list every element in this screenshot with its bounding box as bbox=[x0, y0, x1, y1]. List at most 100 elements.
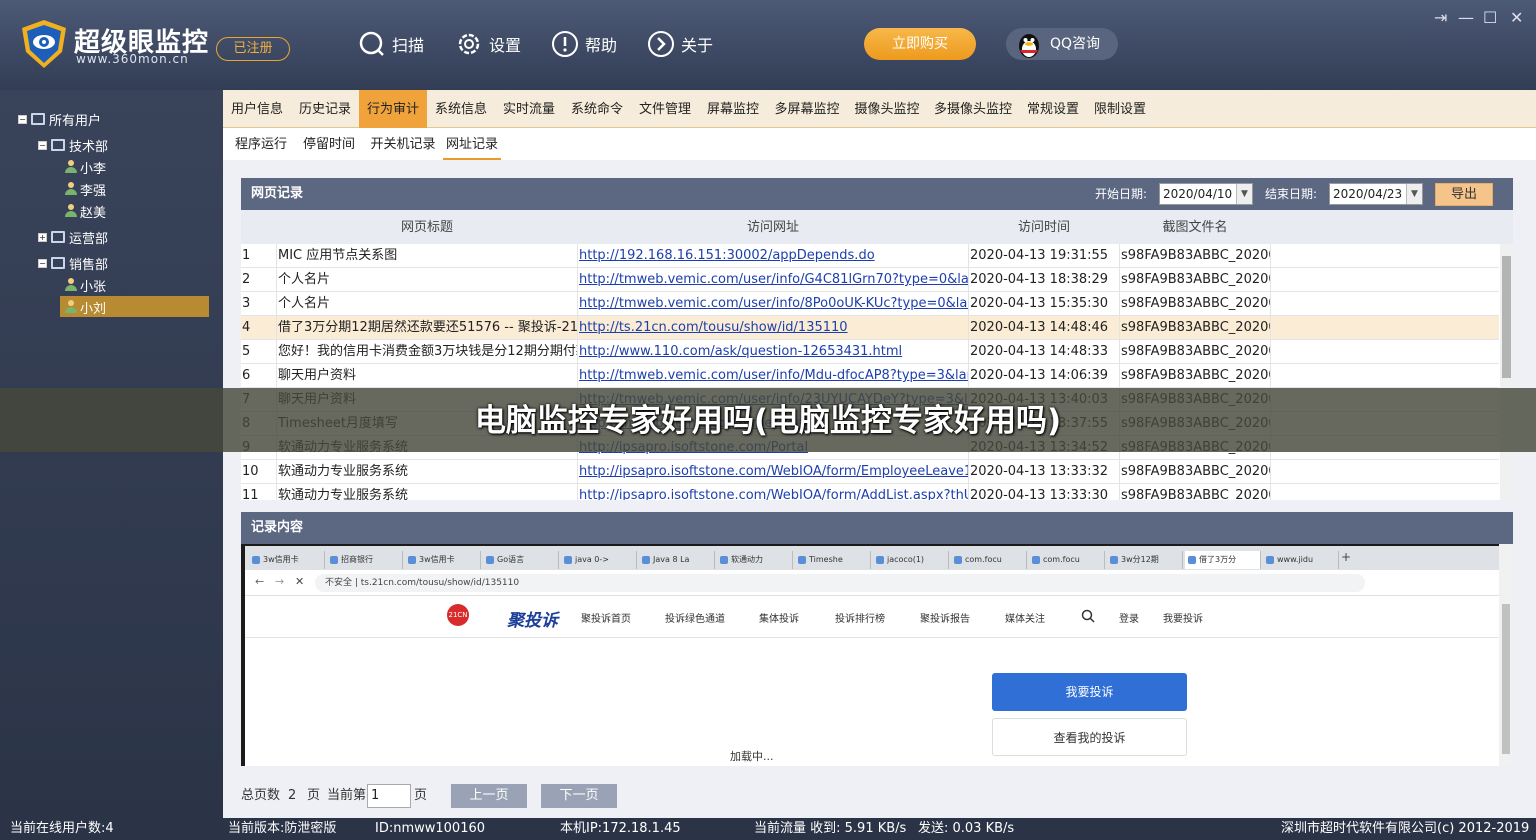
prev-page-button[interactable]: 上一页 bbox=[451, 784, 527, 808]
tab-camera-monitor[interactable]: 摄像头监控 bbox=[847, 90, 927, 128]
tab-user-info[interactable]: 用户信息 bbox=[223, 90, 291, 128]
tree-node-user[interactable]: 小李 bbox=[64, 158, 106, 177]
maximize-icon[interactable]: ☐ bbox=[1483, 8, 1497, 27]
browser-tab: Java 8 La bbox=[639, 551, 715, 569]
chevron-down-icon[interactable]: ▼ bbox=[1236, 184, 1252, 204]
row-url[interactable]: http://tmweb.vemic.com/user/info/8Po0oUK… bbox=[578, 292, 969, 316]
row-url[interactable]: http://tmweb.vemic.com/user/info/G4C81lG… bbox=[578, 268, 969, 292]
row-empty-cell bbox=[1271, 364, 1499, 388]
tab-multi-camera[interactable]: 多摄像头监控 bbox=[927, 90, 1019, 128]
row-url[interactable]: http://ts.21cn.com/tousu/show/id/135110 bbox=[578, 316, 969, 340]
tab-realtime-traffic[interactable]: 实时流量 bbox=[495, 90, 563, 128]
row-number: 2 bbox=[241, 268, 277, 292]
tree-node-root[interactable]: − 所有用户 bbox=[18, 110, 102, 129]
tab-multi-screen[interactable]: 多屏幕监控 bbox=[767, 90, 847, 128]
row-url[interactable]: http://www.110.com/ask/question-12653431… bbox=[578, 340, 969, 364]
close-icon[interactable]: ✕ bbox=[1510, 8, 1523, 27]
export-button[interactable]: 导出 bbox=[1435, 183, 1493, 206]
subtab-programs[interactable]: 程序运行 bbox=[227, 128, 295, 160]
end-date-value: 2020/04/23 bbox=[1333, 187, 1403, 201]
screenshot-scrollbar[interactable] bbox=[1499, 544, 1513, 766]
logout-icon[interactable]: ⇥ bbox=[1434, 8, 1447, 27]
tab-history[interactable]: 历史记录 bbox=[291, 90, 359, 128]
row-page-title: 借了3万分期12期居然还款要还51576 -- 聚投诉-21CN bbox=[277, 316, 578, 340]
tree-node-group[interactable]: + 运营部 bbox=[38, 228, 108, 247]
col-page-title[interactable]: 网页标题 bbox=[277, 210, 577, 246]
help-label: 帮助 bbox=[585, 36, 618, 55]
tree-node-group[interactable]: − 技术部 bbox=[38, 136, 108, 155]
tab-general-settings[interactable]: 常规设置 bbox=[1019, 90, 1087, 128]
tree-node-user[interactable]: 李强 bbox=[64, 180, 106, 199]
browser-tab: 招商银行 bbox=[327, 551, 403, 569]
web-records-header: 网页记录 开始日期: 2020/04/10 ▼ 结束日期: 2020/04/23… bbox=[241, 178, 1513, 210]
help-button[interactable]: 帮助 bbox=[551, 28, 617, 60]
row-visit-time: 2020-04-13 18:38:29 bbox=[969, 268, 1120, 292]
records-table-header: 网页标题 访问网址 访问时间 截图文件名 bbox=[241, 210, 1513, 244]
table-row[interactable]: 3 个人名片 http://tmweb.vemic.com/user/info/8P… bbox=[241, 292, 1499, 316]
expand-icon[interactable]: + bbox=[38, 232, 47, 242]
buy-now-button[interactable]: 立即购买 bbox=[864, 28, 976, 60]
site-nav-item: 投诉绿色通道 bbox=[665, 614, 725, 625]
chevron-down-icon[interactable]: ▼ bbox=[1406, 184, 1422, 204]
row-empty-cell bbox=[1271, 244, 1499, 268]
row-url[interactable]: http://tmweb.vemic.com/user/info/Mdu-dfo… bbox=[578, 364, 969, 388]
table-row[interactable]: 1 MIC 应用节点关系图 http://192.168.16.151:30002/… bbox=[241, 244, 1499, 268]
record-content-title: 记录内容 bbox=[251, 520, 304, 535]
row-number: 11 bbox=[241, 484, 277, 500]
tree-node-user[interactable]: 赵美 bbox=[64, 202, 106, 221]
col-screenshot-file[interactable]: 截图文件名 bbox=[1120, 210, 1270, 246]
next-page-button[interactable]: 下一页 bbox=[541, 784, 617, 808]
about-button[interactable]: 关于 bbox=[647, 28, 713, 60]
tab-system-command[interactable]: 系统命令 bbox=[563, 90, 631, 128]
table-row[interactable]: 10 软通动力专业服务系统 http://ipsapro.isoftstone.co… bbox=[241, 460, 1499, 484]
row-page-title: 个人名片 bbox=[277, 292, 578, 316]
table-scrollbar[interactable] bbox=[1500, 244, 1513, 500]
row-url[interactable]: http://192.168.16.151:30002/appDepends.d… bbox=[578, 244, 969, 268]
tree-node-user-selected[interactable]: 小刘 bbox=[64, 298, 106, 317]
row-url[interactable]: http://ipsapro.isoftstone.com/WebIOA/for… bbox=[578, 484, 969, 500]
row-number: 1 bbox=[241, 244, 277, 268]
qq-consult-button[interactable]: QQ咨询 bbox=[1006, 28, 1118, 60]
site-nav-item: 媒体关注 bbox=[1005, 614, 1045, 625]
tab-behavior-audit[interactable]: 行为审计 bbox=[359, 90, 427, 128]
table-row[interactable]: 2 个人名片 http://tmweb.vemic.com/user/info/G4… bbox=[241, 268, 1499, 292]
collapse-icon[interactable]: − bbox=[38, 258, 47, 268]
records-table-body: 1 MIC 应用节点关系图 http://192.168.16.151:30002/… bbox=[241, 244, 1513, 500]
browser-tab: 3w信用卡 bbox=[405, 551, 481, 569]
web-records-title: 网页记录 bbox=[251, 186, 304, 201]
scan-button[interactable]: 扫描 bbox=[358, 28, 424, 60]
tab-system-info[interactable]: 系统信息 bbox=[427, 90, 495, 128]
scrollbar-thumb[interactable] bbox=[1502, 604, 1510, 754]
current-page-input[interactable]: 1 bbox=[367, 784, 411, 808]
tab-restriction-settings[interactable]: 限制设置 bbox=[1087, 90, 1153, 128]
table-row[interactable]: 5 您好！我的信用卡消费金额3万块钱是分12期分期付款的 http://www.11… bbox=[241, 340, 1499, 364]
row-visit-time: 2020-04-13 19:31:55 bbox=[969, 244, 1120, 268]
table-row[interactable]: 4 借了3万分期12期居然还款要还51576 -- 聚投诉-21CN http://… bbox=[241, 316, 1499, 340]
tab-screen-monitor[interactable]: 屏幕监控 bbox=[699, 90, 767, 128]
table-row[interactable]: 11 软通动力专业服务系统 http://ipsapro.isoftstone.co… bbox=[241, 484, 1499, 500]
tree-node-user[interactable]: 小张 bbox=[64, 276, 106, 295]
scrollbar-thumb[interactable] bbox=[1502, 256, 1511, 378]
subtab-url-records[interactable]: 网址记录 bbox=[443, 128, 501, 160]
row-number: 10 bbox=[241, 460, 277, 484]
row-url[interactable]: http://ipsapro.isoftstone.com/WebIOA/for… bbox=[578, 460, 969, 484]
collapse-icon[interactable]: − bbox=[18, 114, 27, 124]
col-url[interactable]: 访问网址 bbox=[578, 210, 968, 246]
minimize-icon[interactable]: — bbox=[1458, 8, 1474, 27]
tree-root-label: 所有用户 bbox=[49, 113, 102, 129]
qq-label: QQ咨询 bbox=[1050, 36, 1101, 52]
table-row[interactable]: 6 聊天用户资料 http://tmweb.vemic.com/user/info/… bbox=[241, 364, 1499, 388]
col-visit-time[interactable]: 访问时间 bbox=[969, 210, 1119, 246]
browser-tab: www.jidu bbox=[1263, 551, 1339, 569]
subtab-power-records[interactable]: 开关机记录 bbox=[363, 128, 443, 160]
subtab-dwell-time[interactable]: 停留时间 bbox=[295, 128, 363, 160]
settings-button[interactable]: 设置 bbox=[455, 28, 521, 60]
collapse-icon[interactable]: − bbox=[38, 140, 47, 150]
tree-node-group[interactable]: − 销售部 bbox=[38, 254, 108, 273]
tab-file-manager[interactable]: 文件管理 bbox=[631, 90, 699, 128]
row-number: 6 bbox=[241, 364, 277, 388]
start-date-picker[interactable]: 2020/04/10 ▼ bbox=[1159, 183, 1253, 205]
end-date-picker[interactable]: 2020/04/23 ▼ bbox=[1329, 183, 1423, 205]
site-nav-complain: 我要投诉 bbox=[1163, 614, 1203, 625]
computer-group-icon bbox=[51, 139, 65, 151]
